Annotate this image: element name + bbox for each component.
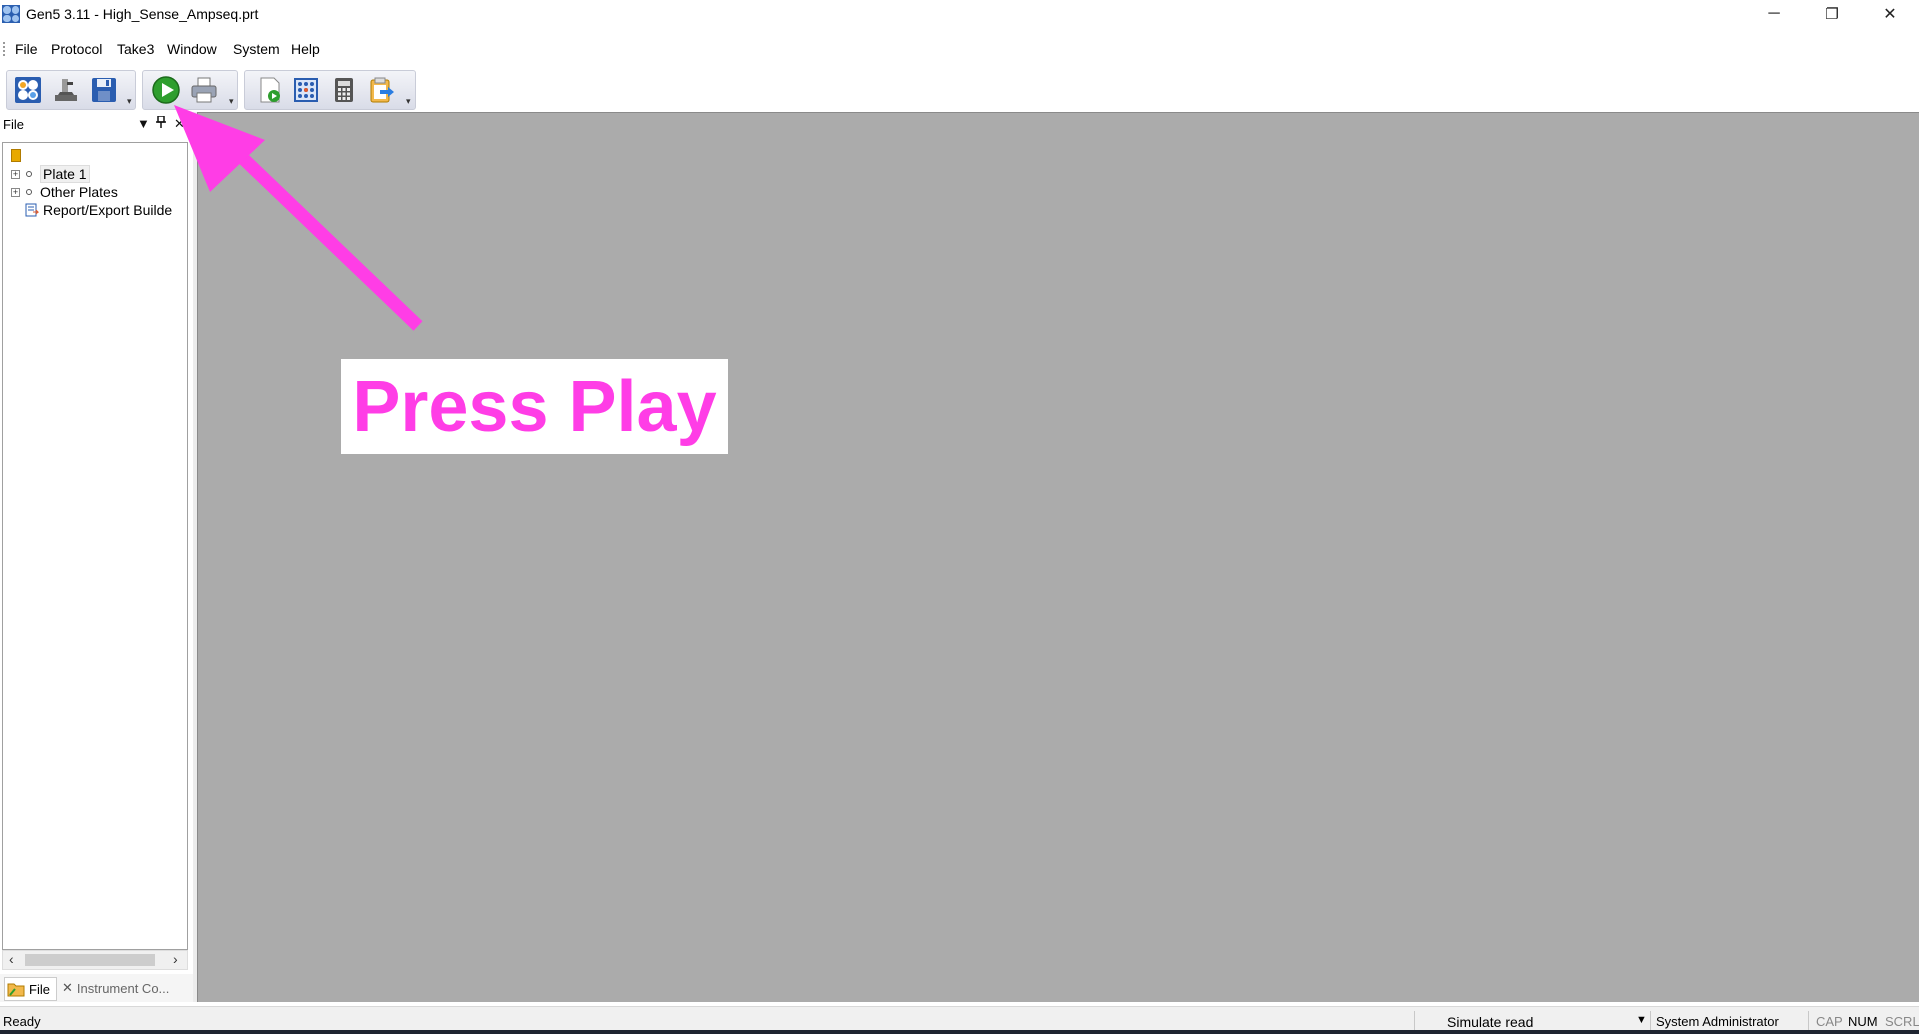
menu-help[interactable]: Help	[291, 41, 320, 57]
calculator-icon[interactable]	[328, 74, 360, 106]
reader-control-icon[interactable]	[50, 74, 82, 106]
menu-bar: File Protocol Take3 Window System Help	[0, 34, 1919, 62]
folder-icon	[7, 983, 25, 997]
title-bar: Gen5 3.11 - High_Sense_Ampseq.prt ─ ❐ ✕	[0, 0, 1919, 28]
tab-label: Instrument Co...	[76, 980, 170, 996]
tree-item-label: Plate 1	[40, 165, 90, 183]
taskbar-edge	[0, 1030, 1919, 1034]
play-read-icon[interactable]	[150, 74, 182, 106]
toolbar: ▾ ▾ ▾	[0, 66, 1919, 112]
minimize-button[interactable]: ─	[1745, 0, 1803, 28]
panel-title: File	[3, 117, 24, 132]
toolbar-overflow-3[interactable]: ▾	[406, 96, 416, 108]
scroll-thumb[interactable]	[25, 954, 155, 966]
menu-system[interactable]: System	[233, 41, 280, 57]
app-icon	[2, 5, 20, 23]
num-indicator: NUM	[1848, 1014, 1878, 1029]
mode-select[interactable]: Simulate read	[1447, 1014, 1533, 1030]
expand-icon[interactable]: +	[11, 169, 20, 179]
menu-take3[interactable]: Take3	[117, 41, 154, 57]
menu-grip	[3, 42, 7, 56]
tree-item-plate-1[interactable]: + Plate 1	[11, 165, 90, 183]
export-icon[interactable]	[366, 74, 398, 106]
status-separator	[1414, 1011, 1415, 1031]
expand-icon[interactable]: +	[11, 187, 20, 197]
plate-layout-icon[interactable]	[12, 74, 44, 106]
menu-file[interactable]: File	[15, 41, 38, 57]
panel-tabs: File ✕ Instrument Co...	[0, 974, 193, 1002]
tree-item-label: Report/Export Builde	[43, 202, 173, 218]
file-panel-header: File ▼ ✕	[0, 112, 193, 136]
tools-icon: ✕	[62, 980, 73, 995]
scroll-left-icon[interactable]: ‹	[9, 951, 14, 967]
folder-icon	[11, 149, 21, 162]
menu-window[interactable]: Window	[167, 41, 217, 57]
tree-item-other-plates[interactable]: + Other Plates	[11, 183, 118, 201]
status-text: Ready	[3, 1014, 41, 1029]
horizontal-scrollbar[interactable]: ‹ ›	[2, 950, 188, 970]
new-experiment-icon[interactable]	[254, 74, 286, 106]
plate-view-icon[interactable]	[290, 74, 322, 106]
scroll-right-icon[interactable]: ›	[173, 951, 178, 967]
tree-item-report-export[interactable]: Report/Export Builde	[25, 201, 172, 219]
scrl-indicator: SCRL	[1885, 1014, 1919, 1029]
tree-item-label: Other Plates	[40, 184, 118, 200]
status-separator	[1650, 1011, 1651, 1031]
tab-instrument-control[interactable]: ✕ Instrument Co...	[62, 977, 169, 999]
restore-button[interactable]: ❐	[1803, 0, 1861, 28]
cap-indicator: CAP	[1816, 1014, 1843, 1029]
close-button[interactable]: ✕	[1861, 0, 1919, 28]
report-icon	[25, 203, 39, 217]
status-separator	[1808, 1011, 1809, 1031]
tab-label: File	[29, 981, 50, 997]
plate-bullet-icon	[26, 171, 32, 177]
user-name: System Administrator	[1656, 1014, 1779, 1029]
toolbar-overflow-1[interactable]: ▾	[127, 96, 137, 108]
window-title: Gen5 3.11 - High_Sense_Ampseq.prt	[26, 6, 259, 22]
mode-dropdown-icon[interactable]: ▼	[1636, 1014, 1647, 1026]
print-icon[interactable]	[188, 74, 220, 106]
pin-icon[interactable]	[156, 115, 166, 131]
save-icon[interactable]	[88, 74, 120, 106]
annotation-box: Press Play	[341, 359, 728, 454]
tab-file[interactable]: File	[4, 977, 57, 1001]
workspace-area	[197, 112, 1919, 1002]
panel-close-icon[interactable]: ✕	[174, 116, 185, 132]
file-tree: + Plate 1 + Other Plates Report/Export B…	[2, 142, 188, 950]
panel-menu-icon[interactable]: ▼	[137, 116, 150, 131]
toolbar-overflow-2[interactable]: ▾	[229, 96, 239, 108]
menu-protocol[interactable]: Protocol	[51, 41, 102, 57]
annotation-text: Press Play	[352, 366, 717, 447]
plate-bullet-icon	[26, 189, 32, 195]
